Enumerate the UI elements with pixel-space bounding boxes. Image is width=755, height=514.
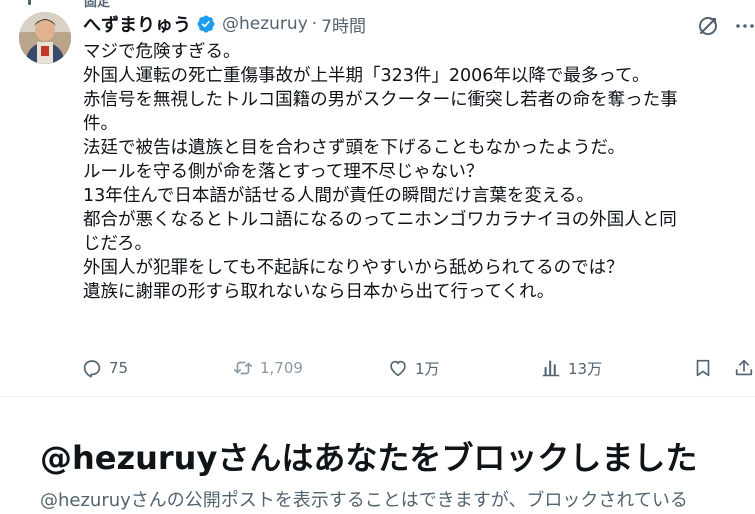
tweet-text-line: 遺族に謝罪の形すら取れないなら日本から出て行ってくれ。 [83, 282, 555, 302]
avatar[interactable] [19, 12, 71, 64]
tweet-text-line: 外国人が犯罪をしても不起訴になりやすいから舐められてるのでは？ [83, 258, 624, 278]
tweet-text-line: じだろ。 [83, 234, 152, 254]
grok-icon[interactable] [696, 14, 720, 38]
bookmark-button[interactable] [692, 354, 714, 382]
display-name[interactable]: へずまりゅう [83, 11, 191, 37]
tweet-text-line: 都合が悪くなるとトルコ語になるのってニホンゴワカラナイヨの外国人と同 [83, 210, 677, 230]
repost-button[interactable]: 1,709 [232, 354, 303, 382]
block-notice-title: @hezuruyさんはあなたをブロックしました [40, 439, 698, 477]
tweet-text-line: 件。 [83, 114, 118, 134]
tweet-text-line: 赤信号を無視したトルコ国籍の男がスクーターに衝突し若者の命を奪った事 [83, 90, 678, 110]
timestamp[interactable]: 7時間 [321, 12, 366, 37]
like-count: 1万 [415, 359, 440, 378]
tweet-text-line: マジで危険すぎる。 [83, 42, 241, 62]
handle[interactable]: @hezuruy [222, 14, 308, 34]
heart-icon [390, 360, 406, 377]
share-icon [735, 359, 753, 376]
tweet-text-line: 13年住んで日本語が話せる人間が責任の瞬間だけ言葉を変える。 [83, 186, 594, 206]
more-options-icon[interactable] [733, 14, 755, 38]
repost-count: 1,709 [260, 359, 303, 377]
repost-icon [233, 361, 253, 375]
views-chart-icon [542, 360, 560, 377]
reply-button[interactable]: 75 [81, 354, 128, 382]
reply-icon [83, 360, 101, 378]
views-button[interactable]: 13万 [540, 354, 602, 382]
tweet-text-line: 法廷で被告は遺族と目を合わさず頭を下げることもなかったようだ。 [83, 138, 625, 158]
tweet-text-line: 外国人運転の死亡重傷事故が上半期「323件」2006年以降で最多って。 [83, 66, 650, 86]
separator-dot: · [311, 14, 318, 34]
tweet[interactable]: へずまりゅう @hezuruy · 7時間 マジで危険すぎる。 外国人運転の死亡… [0, 0, 755, 397]
block-notice-description: @hezuruyさんの公開ポストを表示することはできますが、ブロックされている [40, 490, 688, 511]
tweet-actions: 75 1,709 1万 13万 [0, 354, 755, 382]
share-button[interactable] [733, 354, 755, 382]
tweet-header: へずまりゅう @hezuruy · 7時間 [83, 11, 366, 37]
view-count: 13万 [568, 359, 603, 378]
bookmark-icon [696, 359, 710, 377]
tweet-text-line: ルールを守る側が命を落とすって理不尽じゃない？ [83, 162, 484, 182]
like-button[interactable]: 1万 [387, 354, 440, 382]
avatar-image [19, 12, 71, 64]
reply-count: 75 [109, 359, 129, 377]
tweet-text: マジで危険すぎる。 外国人運転の死亡重傷事故が上半期「323件」2006年以降で… [83, 40, 748, 304]
verified-badge-icon [196, 14, 216, 34]
